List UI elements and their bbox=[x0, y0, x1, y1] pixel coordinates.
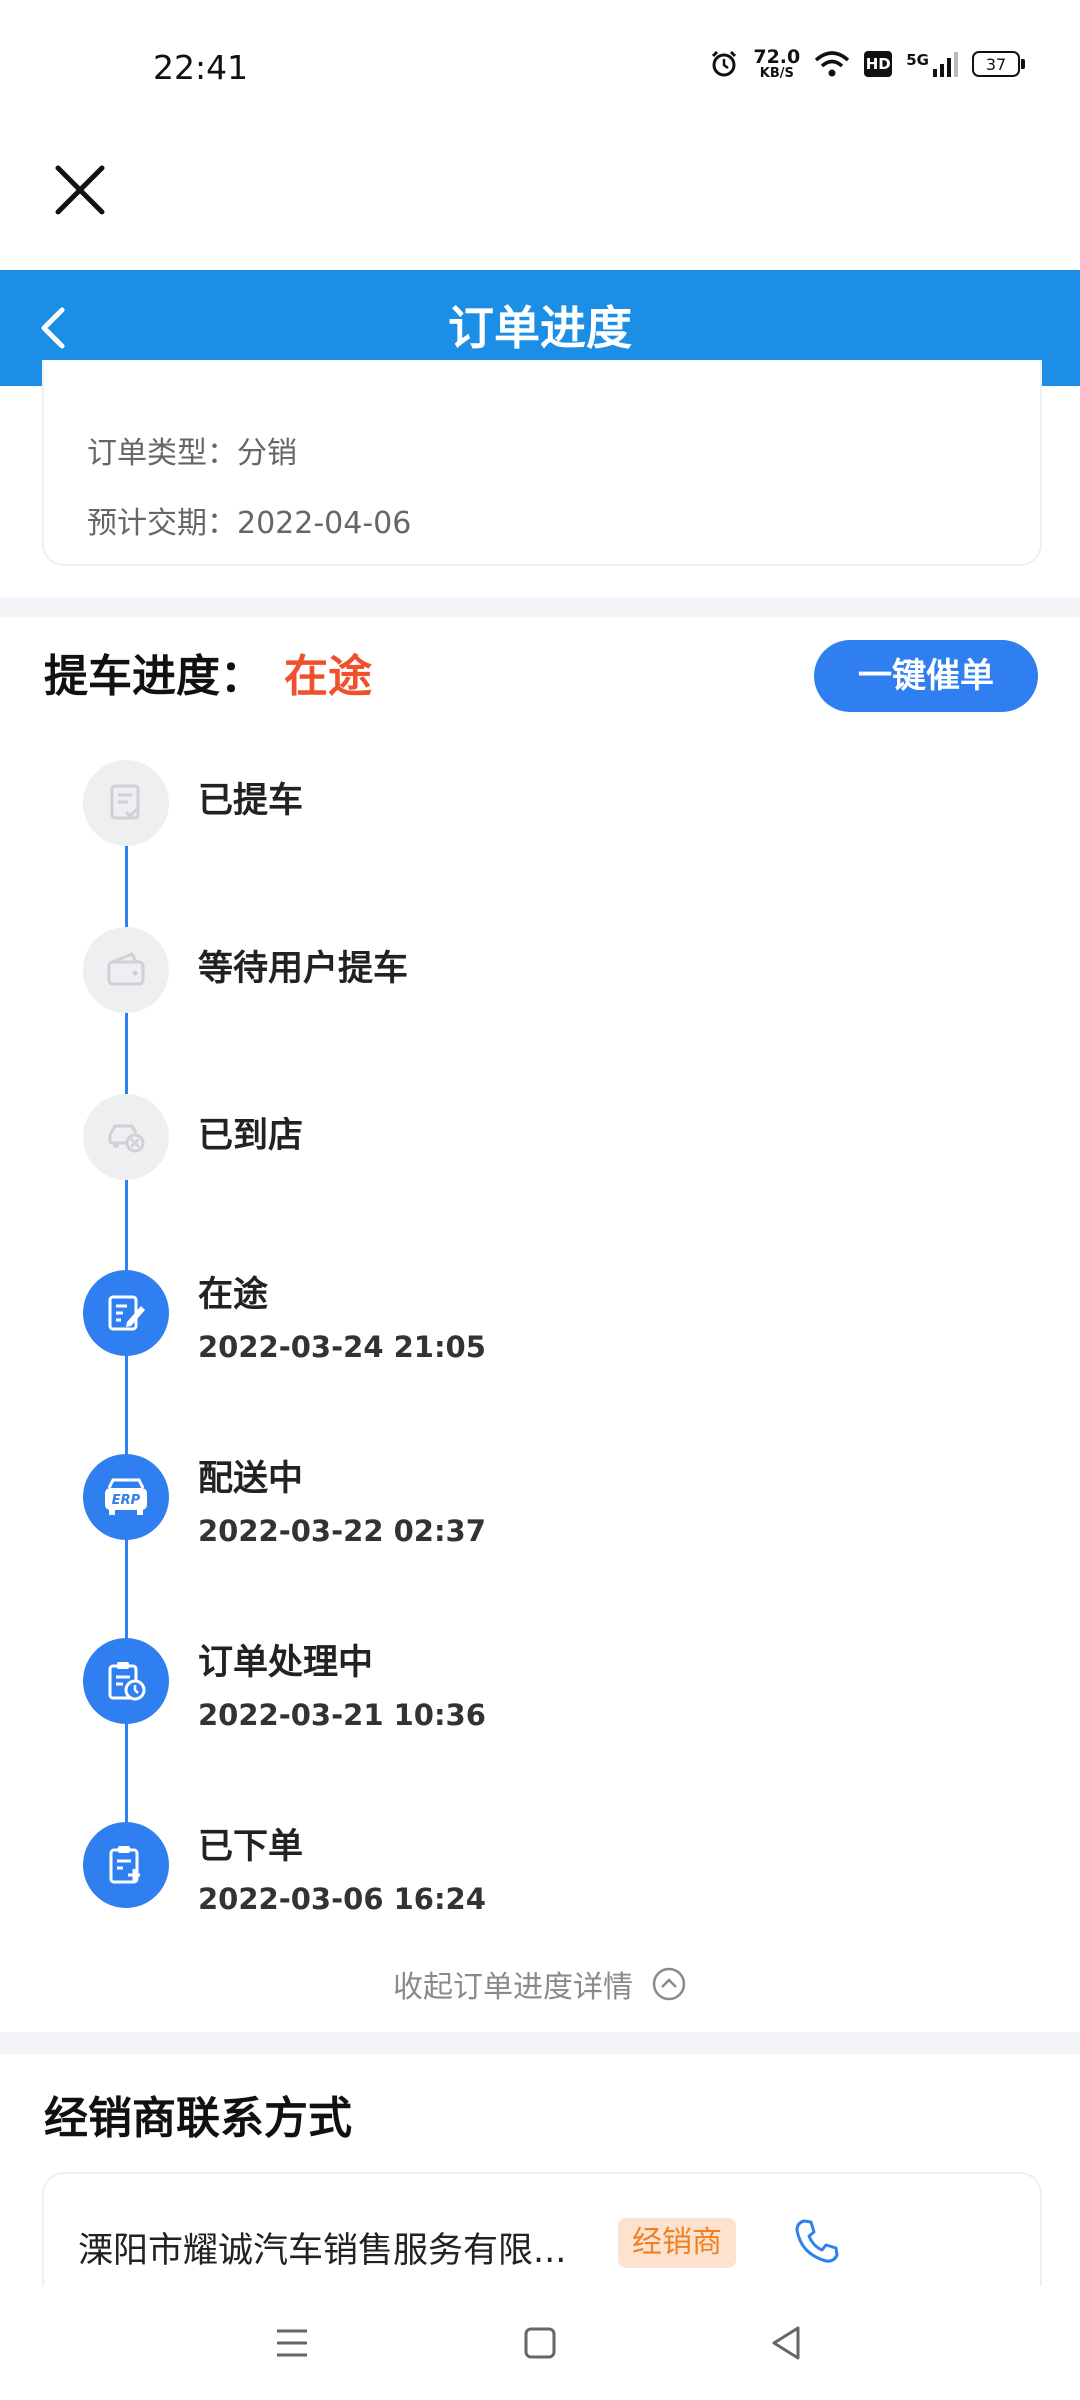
erp-icon: ERP bbox=[105, 1478, 147, 1515]
alarm-icon bbox=[712, 50, 737, 77]
step-icon-delivering: ERP bbox=[83, 1454, 169, 1540]
status-icons: 72.0 KB/S HD 5G 37 bbox=[709, 46, 1025, 81]
step-name: 等待用户提车 bbox=[198, 949, 409, 989]
back-icon[interactable] bbox=[28, 300, 84, 356]
signal-indicator: 5G bbox=[906, 51, 958, 77]
delivery-date: 预计交期：2022-04-06 bbox=[87, 506, 412, 541]
step-name: 已提车 bbox=[198, 781, 304, 821]
step-time: 2022-03-21 10:36 bbox=[198, 1698, 486, 1732]
collapse-progress-toggle[interactable]: 收起订单进度详情 bbox=[0, 1962, 1080, 2006]
step-name: 订单处理中 bbox=[198, 1643, 374, 1683]
step-name: 已到店 bbox=[198, 1116, 304, 1156]
progress-status: 在途 bbox=[284, 651, 372, 702]
step-name: 配送中 bbox=[198, 1459, 304, 1499]
network-type: 5G bbox=[906, 51, 929, 69]
dealer-name: 溧阳市耀诚汽车销售服务有限... bbox=[78, 2231, 567, 2271]
step-time: 2022-03-06 16:24 bbox=[198, 1882, 486, 1916]
back-nav-icon[interactable] bbox=[764, 2320, 810, 2366]
phone-icon[interactable] bbox=[792, 2216, 842, 2266]
dealer-tag: 经销商 bbox=[618, 2218, 736, 2268]
menu-nav-icon[interactable] bbox=[269, 2320, 315, 2366]
collapse-label: 收起订单进度详情 bbox=[393, 1970, 633, 2005]
status-time: 22:41 bbox=[153, 48, 249, 87]
step-time: 2022-03-24 21:05 bbox=[198, 1330, 486, 1364]
net-speed-unit: KB/S bbox=[759, 66, 794, 81]
section-divider bbox=[0, 597, 1080, 617]
close-icon[interactable] bbox=[50, 160, 110, 220]
network-speed: 72.0 KB/S bbox=[753, 46, 801, 81]
step-name: 已下单 bbox=[198, 1827, 304, 1867]
hd-badge: HD bbox=[864, 51, 893, 77]
wifi-icon bbox=[815, 51, 850, 77]
step-icon-arrived bbox=[83, 1094, 169, 1180]
dealer-section-title: 经销商联系方式 bbox=[44, 2093, 352, 2144]
progress-title: 提车进度： bbox=[44, 651, 264, 702]
step-time: 2022-03-22 02:37 bbox=[198, 1514, 486, 1548]
step-name: 在途 bbox=[198, 1275, 269, 1315]
document-check-icon bbox=[110, 784, 140, 820]
chevron-up-icon bbox=[652, 1967, 686, 2001]
step-icon-in-transit bbox=[83, 1270, 169, 1356]
section-divider bbox=[0, 2032, 1080, 2054]
signal-icon bbox=[933, 52, 958, 77]
edit-document-icon bbox=[108, 1295, 145, 1331]
urge-order-button[interactable]: 一键催单 bbox=[814, 640, 1038, 712]
order-type: 订单类型：分销 bbox=[87, 436, 297, 471]
erp-text: ERP bbox=[112, 1493, 141, 1508]
battery-icon: 37 bbox=[972, 51, 1025, 77]
step-icon-processing bbox=[83, 1638, 169, 1724]
clipboard-clock-icon bbox=[108, 1662, 146, 1701]
home-nav-icon[interactable] bbox=[517, 2320, 563, 2366]
wallet-icon bbox=[107, 952, 145, 986]
step-icon-picked-up bbox=[83, 760, 169, 846]
car-icon bbox=[108, 1124, 145, 1153]
step-icon-waiting bbox=[83, 927, 169, 1013]
battery-level: 37 bbox=[985, 54, 1007, 74]
clipboard-add-icon bbox=[109, 1846, 140, 1884]
net-speed-value: 72.0 bbox=[753, 46, 801, 68]
step-icon-ordered bbox=[83, 1822, 169, 1908]
